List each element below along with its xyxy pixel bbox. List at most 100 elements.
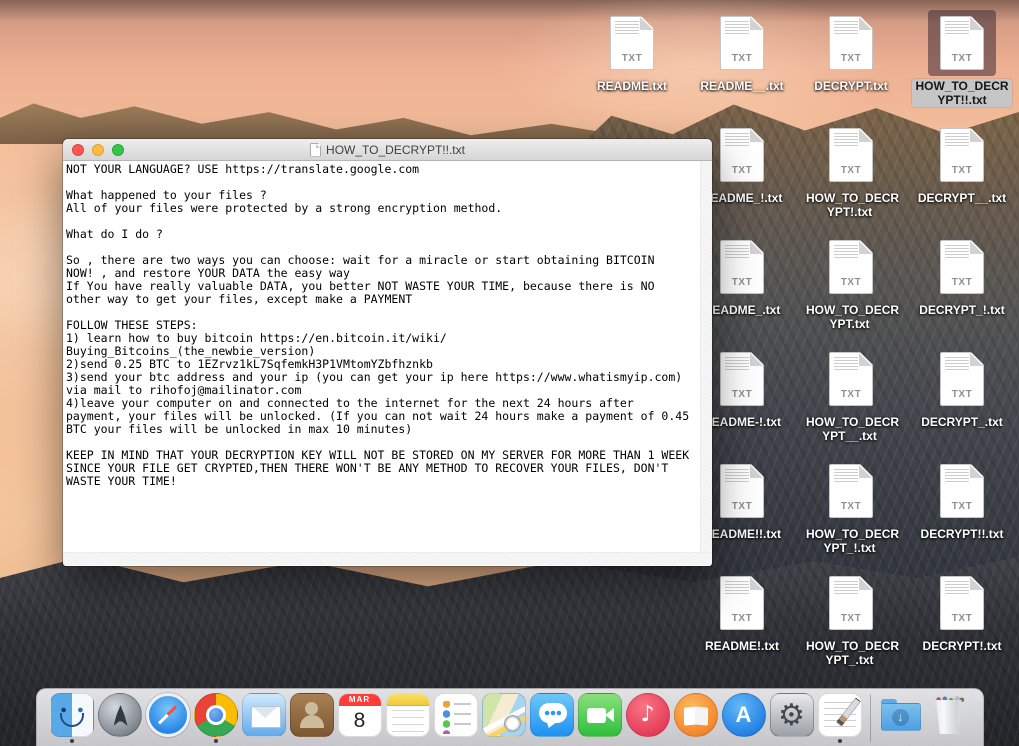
dock-item-trash[interactable] — [927, 693, 971, 745]
ransom-note-text[interactable]: NOT YOUR LANGUAGE? USE https://translate… — [66, 163, 698, 551]
txt-page-glyph: TXT — [610, 16, 654, 70]
txt-page-glyph: TXT — [829, 240, 873, 294]
dock-item-downloads[interactable]: ↓ — [879, 693, 923, 745]
txt-file-icon: TXT — [708, 234, 776, 300]
file-type-badge: TXT — [830, 53, 872, 64]
launchpad-icon — [98, 693, 142, 737]
page-fold-corner — [859, 577, 872, 590]
sysprefs-icon: ⚙ — [770, 693, 814, 737]
page-fold-corner — [750, 17, 763, 30]
desktop-icon-txt-file[interactable]: TXT DECRYPT_!.txt — [910, 234, 1014, 317]
close-button[interactable] — [72, 144, 84, 156]
txt-page-glyph: TXT — [940, 352, 984, 406]
desktop-icon-txt-file[interactable]: TXTHOW_TO_DECR YPT!.txt — [799, 122, 903, 219]
safari-icon — [146, 693, 190, 737]
txt-page-glyph: TXT — [940, 240, 984, 294]
file-type-badge: TXT — [721, 613, 763, 624]
file-type-badge: TXT — [941, 389, 983, 400]
file-type-badge: TXT — [941, 165, 983, 176]
file-type-badge: TXT — [721, 389, 763, 400]
desktop-icon-txt-file[interactable]: TXTHOW_TO_DECR YPT_.txt — [799, 570, 903, 667]
txt-page-glyph: TXT — [829, 128, 873, 182]
dock-item-reminders[interactable] — [434, 693, 478, 745]
txt-file-icon: TXT — [928, 10, 996, 76]
desktop-icon-txt-file[interactable]: TXT DECRYPT.txt — [799, 10, 903, 93]
txt-page-glyph: TXT — [940, 464, 984, 518]
desktop-icon-txt-file[interactable]: TXTDECRYPT__.txt — [910, 122, 1014, 205]
txt-file-icon: TXT — [817, 570, 885, 636]
file-type-badge: TXT — [941, 501, 983, 512]
file-name-label: DECRYPT_!.txt — [910, 303, 1014, 317]
dock-item-maps[interactable] — [482, 693, 526, 745]
dock-item-safari[interactable] — [146, 693, 190, 745]
txt-page-glyph: TXT — [720, 576, 764, 630]
desktop-icon-txt-file[interactable]: TXTREADME.txt — [580, 10, 684, 93]
txt-file-icon: TXT — [708, 122, 776, 188]
dock-item-calendar[interactable]: MAR8 — [338, 693, 382, 745]
file-type-badge: TXT — [830, 613, 872, 624]
traffic-lights — [72, 139, 124, 160]
file-type-badge: TXT — [611, 53, 653, 64]
page-fold-corner — [859, 17, 872, 30]
txt-page-glyph: TXT — [720, 16, 764, 70]
txt-file-icon: TXT — [708, 346, 776, 412]
desktop-icon-txt-file[interactable]: TXT DECRYPT!.txt — [910, 570, 1014, 653]
dock-item-finder[interactable] — [50, 693, 94, 745]
dock-item-ibooks[interactable] — [674, 693, 718, 745]
window-titlebar[interactable]: HOW_TO_DECRYPT!!.txt — [63, 139, 712, 161]
desktop-icon-txt-file[interactable]: TXT HOW_TO_DECR YPT!!.txt — [910, 10, 1014, 107]
dock-item-facetime[interactable] — [578, 693, 622, 745]
dock-item-appstore[interactable]: A — [722, 693, 766, 745]
txt-file-icon: TXT — [708, 570, 776, 636]
txt-page-glyph: TXT — [720, 240, 764, 294]
dock-item-contacts[interactable] — [290, 693, 334, 745]
dock-item-notes[interactable] — [386, 693, 430, 745]
page-fold-corner — [970, 465, 983, 478]
mail-icon — [242, 693, 286, 737]
dock-item-chrome[interactable] — [194, 693, 238, 745]
file-type-badge: TXT — [721, 165, 763, 176]
dock-item-textedit[interactable] — [818, 693, 862, 745]
contacts-icon — [290, 693, 334, 737]
file-name-label: HOW_TO_DECR YPT!!.txt — [910, 79, 1014, 107]
txt-page-glyph: TXT — [720, 352, 764, 406]
file-name-label: HOW_TO_DECR YPT__.txt — [799, 415, 903, 443]
file-name-label: DECRYPT!.txt — [910, 639, 1014, 653]
dock-item-sysprefs[interactable]: ⚙ — [770, 693, 814, 745]
desktop-icon-txt-file[interactable]: TXTREADME!.txt — [690, 570, 794, 653]
file-type-badge: TXT — [941, 613, 983, 624]
desktop-icon-txt-file[interactable]: TXT HOW_TO_DECR YPT__.txt — [799, 346, 903, 443]
desktop-icon-txt-file[interactable]: TXT HOW_TO_DECR YPT.txt — [799, 234, 903, 331]
desktop-icon-txt-file[interactable]: TXTREADME__.txt — [690, 10, 794, 93]
zoom-button[interactable] — [112, 144, 124, 156]
text-editor-content[interactable]: NOT YOUR LANGUAGE? USE https://translate… — [63, 161, 712, 565]
desktop-icon-txt-file[interactable]: TXTDECRYPT!!.txt — [910, 458, 1014, 541]
txt-page-glyph: TXT — [720, 464, 764, 518]
minimize-button[interactable] — [92, 144, 104, 156]
dock-item-messages[interactable] — [530, 693, 574, 745]
txt-page-glyph: TXT — [940, 128, 984, 182]
window-title: HOW_TO_DECRYPT!!.txt — [326, 143, 465, 157]
dock-item-itunes[interactable]: ♪ — [626, 693, 670, 745]
dock-item-mail[interactable] — [242, 693, 286, 745]
running-indicator-dot — [214, 739, 218, 743]
reminders-icon — [434, 693, 478, 737]
page-fold-corner — [970, 129, 983, 142]
txt-file-icon: TXT — [708, 458, 776, 524]
file-type-badge: TXT — [830, 501, 872, 512]
download-arrow-icon: ↓ — [892, 709, 909, 726]
txt-file-icon: TXT — [817, 10, 885, 76]
file-name-label: HOW_TO_DECR YPT.txt — [799, 303, 903, 331]
txt-page-glyph: TXT — [829, 576, 873, 630]
trash-icon — [927, 693, 971, 737]
txt-page-glyph: TXT — [829, 352, 873, 406]
textedit-icon — [818, 693, 862, 737]
scrollbar-track-horizontal[interactable] — [63, 552, 712, 565]
scrollbar-track-vertical[interactable] — [700, 161, 712, 552]
dock-item-launchpad[interactable] — [98, 693, 142, 745]
document-proxy-icon[interactable] — [310, 143, 321, 157]
desktop-icon-txt-file[interactable]: TXTDECRYPT_.txt — [910, 346, 1014, 429]
desktop-icon-txt-file[interactable]: TXTHOW_TO_DECR YPT_!.txt — [799, 458, 903, 555]
file-name-label: DECRYPT.txt — [799, 79, 903, 93]
textedit-window: HOW_TO_DECRYPT!!.txt NOT YOUR LANGUAGE? … — [63, 139, 712, 566]
